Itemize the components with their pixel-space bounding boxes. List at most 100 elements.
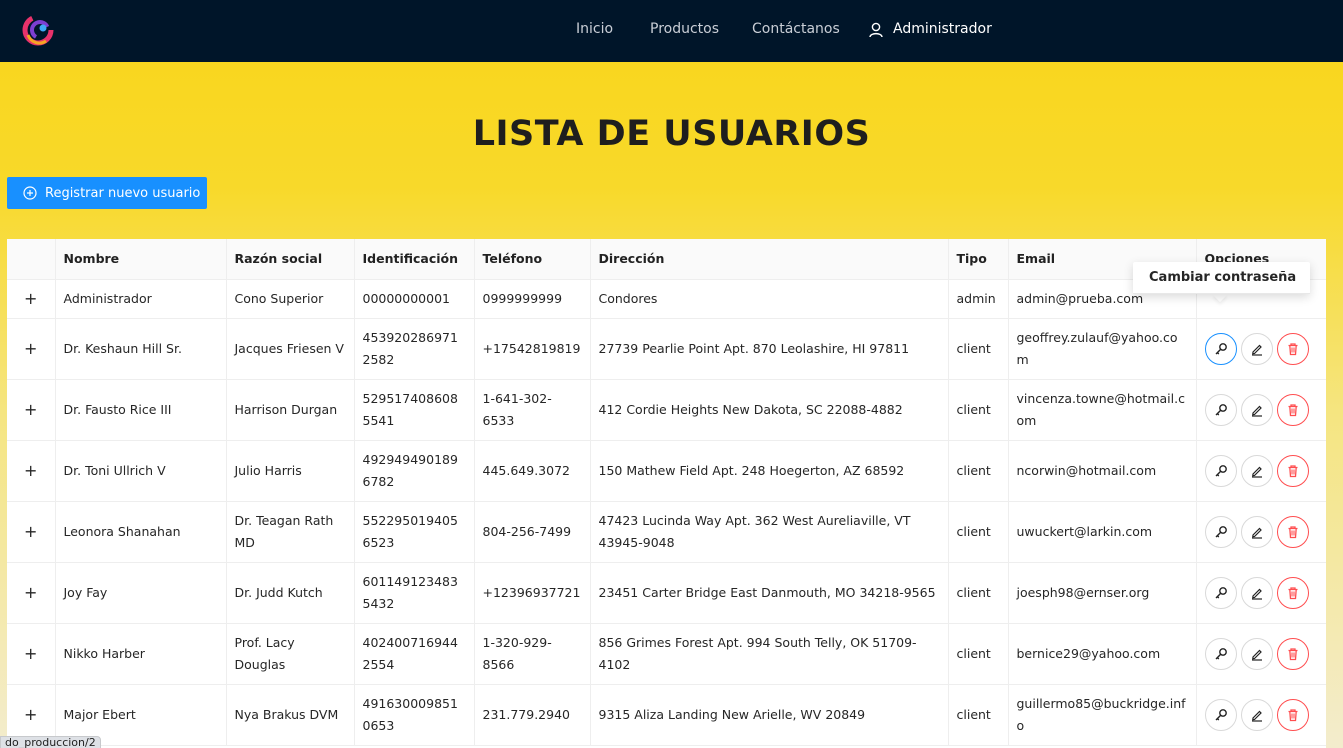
table-row: + Dr. Fausto Rice III Harrison Durgan 52951…	[7, 379, 1326, 441]
edit-button[interactable]	[1240, 515, 1273, 548]
edit-button[interactable]	[1240, 332, 1273, 365]
cell-nombre: Leonora Shanahan	[55, 501, 227, 563]
cell-nombre: Joy Fay	[55, 562, 227, 624]
cell-tipo: client	[948, 318, 1009, 380]
cell-razon-social: Jacques Friesen V	[226, 318, 355, 380]
brand-logo[interactable]	[22, 13, 56, 47]
cell-opciones	[1196, 379, 1326, 441]
table-row: + Leonora Shanahan Dr. Teagan Rath MD 55229…	[7, 501, 1326, 563]
cell-nombre: Administrador	[55, 279, 227, 319]
cell-nombre: Dr. Keshaun Hill Sr.	[55, 318, 227, 380]
header-tipo[interactable]: Tipo	[948, 239, 1009, 280]
cell-razon-social: Julio Harris	[226, 440, 355, 502]
change-password-button[interactable]	[1204, 454, 1237, 487]
change-password-button[interactable]	[1204, 576, 1237, 609]
nav-link-inicio[interactable]: Inicio	[576, 21, 613, 37]
expand-row-button[interactable]: +	[7, 279, 56, 319]
expand-row-button[interactable]: +	[7, 440, 56, 502]
cell-email: guillermo85@buckridge.info	[1008, 684, 1197, 746]
cell-opciones	[1196, 440, 1326, 502]
edit-button[interactable]	[1240, 637, 1273, 670]
trash-icon	[1286, 342, 1300, 356]
table-row: + Dr. Toni Ullrich V Julio Harris 492949490…	[7, 440, 1326, 502]
cell-opciones	[1196, 318, 1326, 380]
cell-identificacion: 5295174086085541	[354, 379, 475, 441]
cell-direccion: 856 Grimes Forest Apt. 994 South Telly, …	[590, 623, 949, 685]
cell-direccion: 27739 Pearlie Point Apt. 870 Leolashire,…	[590, 318, 949, 380]
trash-icon	[1286, 403, 1300, 417]
user-icon	[869, 22, 883, 38]
cell-nombre: Dr. Toni Ullrich V	[55, 440, 227, 502]
cell-email: joesph98@ernser.org	[1008, 562, 1197, 624]
delete-button[interactable]	[1276, 332, 1309, 365]
delete-button[interactable]	[1276, 698, 1309, 731]
cell-email: vincenza.towne@hotmail.com	[1008, 379, 1197, 441]
status-bar-url: do_produccion/2	[0, 736, 101, 748]
key-icon	[1214, 586, 1228, 600]
delete-button[interactable]	[1276, 454, 1309, 487]
key-icon	[1214, 403, 1228, 417]
trash-icon	[1286, 586, 1300, 600]
cell-razon-social: Harrison Durgan	[226, 379, 355, 441]
trash-icon	[1286, 708, 1300, 722]
register-user-label: Registrar nuevo usuario	[45, 185, 201, 201]
nav-user-menu[interactable]: Administrador	[893, 21, 992, 37]
nav-link-productos[interactable]: Productos	[650, 21, 719, 37]
delete-button[interactable]	[1276, 637, 1309, 670]
nav-link-contactanos[interactable]: Contáctanos	[752, 21, 840, 37]
cell-direccion: 9315 Aliza Landing New Arielle, WV 20849	[590, 684, 949, 746]
table-row: + Joy Fay Dr. Judd Kutch 6011491234835432 +1…	[7, 562, 1326, 624]
header-razon-social[interactable]: Razón social	[226, 239, 355, 280]
cell-razon-social: Prof. Lacy Douglas	[226, 623, 355, 685]
delete-button[interactable]	[1276, 515, 1309, 548]
cell-opciones	[1196, 562, 1326, 624]
edit-button[interactable]	[1240, 576, 1273, 609]
cell-email: geoffrey.zulauf@yahoo.com	[1008, 318, 1197, 380]
cell-telefono: +12396937721	[474, 562, 591, 624]
change-password-menu-item[interactable]: Cambiar contraseña	[1149, 270, 1296, 285]
edit-icon	[1250, 586, 1264, 600]
edit-icon	[1250, 525, 1264, 539]
expand-row-button[interactable]: +	[7, 318, 56, 380]
key-icon	[1214, 464, 1228, 478]
edit-button[interactable]	[1240, 454, 1273, 487]
change-password-button[interactable]	[1204, 332, 1237, 365]
register-user-button[interactable]: Registrar nuevo usuario	[7, 177, 207, 209]
change-password-button[interactable]	[1204, 515, 1237, 548]
change-password-button[interactable]	[1204, 698, 1237, 731]
edit-icon	[1250, 647, 1264, 661]
cell-direccion: 23451 Carter Bridge East Danmouth, MO 34…	[590, 562, 949, 624]
expand-row-button[interactable]: +	[7, 379, 56, 441]
table-row: + Nikko Harber Prof. Lacy Douglas 402400716…	[7, 623, 1326, 685]
expand-row-button[interactable]: +	[7, 623, 56, 685]
cell-telefono: 1-320-929-8566	[474, 623, 591, 685]
table-row: + Major Ebert Nya Brakus DVM 49163000985106…	[7, 684, 1326, 746]
edit-icon	[1250, 342, 1264, 356]
expand-row-button[interactable]: +	[7, 501, 56, 563]
edit-button[interactable]	[1240, 698, 1273, 731]
edit-button[interactable]	[1240, 393, 1273, 426]
header-nombre[interactable]: Nombre	[55, 239, 227, 280]
trash-icon	[1286, 647, 1300, 661]
cell-telefono: 445.649.3072	[474, 440, 591, 502]
header-identificacion[interactable]: Identificación	[354, 239, 475, 280]
cell-opciones	[1196, 501, 1326, 563]
cell-direccion: 150 Mathew Field Apt. 248 Hoegerton, AZ …	[590, 440, 949, 502]
cell-identificacion: 4916300098510653	[354, 684, 475, 746]
change-password-button[interactable]	[1204, 393, 1237, 426]
cell-telefono: 804-256-7499	[474, 501, 591, 563]
change-password-button[interactable]	[1204, 637, 1237, 670]
delete-button[interactable]	[1276, 576, 1309, 609]
options-popover: Cambiar contraseña	[1133, 262, 1310, 294]
cell-opciones	[1196, 623, 1326, 685]
edit-icon	[1250, 708, 1264, 722]
plus-circle-icon	[23, 186, 37, 200]
cell-razon-social: Dr. Judd Kutch	[226, 562, 355, 624]
edit-icon	[1250, 464, 1264, 478]
delete-button[interactable]	[1276, 393, 1309, 426]
expand-row-button[interactable]: +	[7, 562, 56, 624]
header-direccion[interactable]: Dirección	[590, 239, 949, 280]
cell-tipo: client	[948, 379, 1009, 441]
cell-email: uwuckert@larkin.com	[1008, 501, 1197, 563]
header-telefono[interactable]: Teléfono	[474, 239, 591, 280]
